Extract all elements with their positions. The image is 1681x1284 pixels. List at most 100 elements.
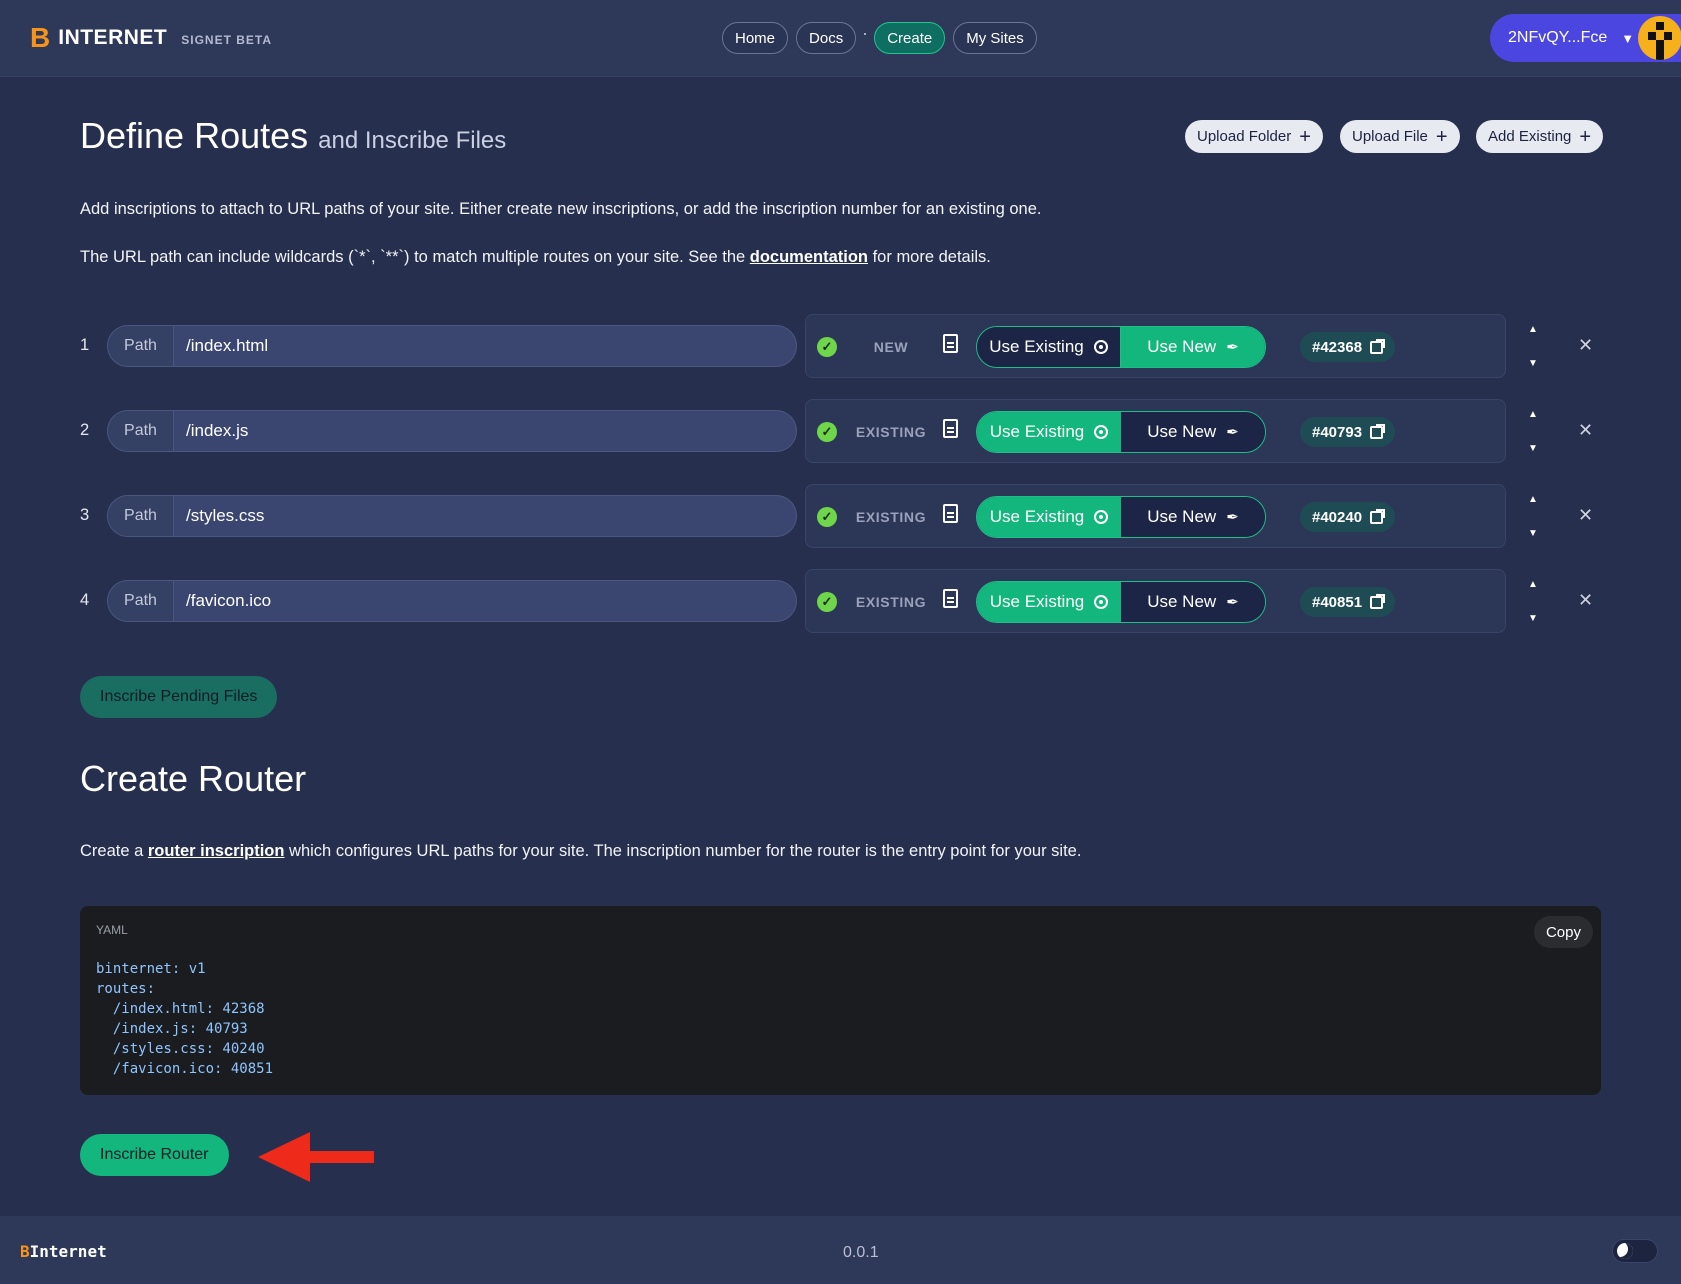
nav-docs[interactable]: Docs bbox=[796, 22, 857, 54]
route-index: 2 bbox=[80, 421, 90, 439]
reorder-controls: ▲ ▼ bbox=[1514, 314, 1554, 378]
use-existing-button[interactable]: Use Existing bbox=[977, 327, 1121, 367]
theme-toggle[interactable] bbox=[1612, 1239, 1658, 1263]
section-title: Create Router bbox=[80, 758, 307, 799]
copy-button[interactable]: Copy bbox=[1533, 916, 1593, 948]
path-label: Path bbox=[108, 411, 174, 451]
yaml-key: /index.html: bbox=[96, 1001, 215, 1017]
nav-home[interactable]: Home bbox=[722, 22, 789, 54]
use-new-button[interactable]: Use New ✒ bbox=[1121, 412, 1265, 452]
status-badge: NEW bbox=[873, 339, 909, 355]
document-icon[interactable] bbox=[943, 334, 958, 353]
feather-icon: ✒ bbox=[1226, 339, 1239, 356]
use-new-label: Use New bbox=[1147, 422, 1217, 441]
use-existing-label: Use Existing bbox=[989, 507, 1085, 526]
inscribe-router-button[interactable]: Inscribe Router bbox=[80, 1134, 229, 1176]
move-up-icon[interactable]: ▲ bbox=[1528, 579, 1538, 590]
logo-subtitle: SIGNET BETA bbox=[181, 33, 273, 47]
inscription-link[interactable]: #42368 bbox=[1300, 332, 1396, 362]
reorder-controls: ▲ ▼ bbox=[1514, 399, 1554, 463]
inscription-link[interactable]: #40240 bbox=[1300, 502, 1396, 532]
path-field[interactable]: Path /styles.css bbox=[107, 495, 797, 537]
path-input[interactable]: /styles.css bbox=[174, 496, 264, 536]
path-label: Path bbox=[108, 581, 174, 621]
nav-create[interactable]: Create bbox=[874, 22, 946, 54]
path-field[interactable]: Path /favicon.ico bbox=[107, 580, 797, 622]
route-row: 3 Path /styles.css ✓ EXISTING Use Existi… bbox=[80, 484, 1600, 548]
use-existing-button[interactable]: Use Existing bbox=[977, 497, 1121, 537]
mode-toggle: Use Existing Use New ✒ bbox=[976, 581, 1266, 623]
remove-route-button[interactable]: ✕ bbox=[1578, 420, 1593, 441]
move-up-icon[interactable]: ▲ bbox=[1528, 494, 1538, 505]
move-down-icon[interactable]: ▼ bbox=[1528, 443, 1538, 454]
wildcard-text-post: for more details. bbox=[868, 248, 991, 266]
mode-toggle: Use Existing Use New ✒ bbox=[976, 326, 1266, 368]
documentation-link[interactable]: documentation bbox=[750, 248, 868, 266]
code-line: /index.html: 42368 bbox=[96, 999, 273, 1019]
path-field[interactable]: Path /index.html bbox=[107, 325, 797, 367]
inscription-link[interactable]: #40793 bbox=[1300, 417, 1396, 447]
use-new-button[interactable]: Use New ✒ bbox=[1121, 582, 1265, 622]
yaml-key: /favicon.ico: bbox=[96, 1061, 223, 1077]
use-new-label: Use New bbox=[1147, 337, 1217, 356]
path-field[interactable]: Path /index.js bbox=[107, 410, 797, 452]
inscribe-pending-button[interactable]: Inscribe Pending Files bbox=[80, 676, 278, 718]
move-down-icon[interactable]: ▼ bbox=[1528, 528, 1538, 539]
upload-folder-button[interactable]: Upload Folder + bbox=[1185, 120, 1323, 153]
page-title-sub: and Inscribe Files bbox=[318, 127, 507, 154]
move-up-icon[interactable]: ▲ bbox=[1528, 409, 1538, 420]
yaml-key: routes: bbox=[96, 981, 156, 997]
upload-file-button[interactable]: Upload File + bbox=[1340, 120, 1460, 153]
bitcoin-b-logo-icon: B bbox=[30, 22, 51, 53]
move-up-icon[interactable]: ▲ bbox=[1528, 324, 1538, 335]
crosshair-icon bbox=[1094, 595, 1109, 609]
inscription-panel: ✓ EXISTING Use Existing Use New ✒ #40793 bbox=[805, 399, 1506, 463]
router-text-pre: Create a bbox=[80, 842, 148, 860]
remove-route-button[interactable]: ✕ bbox=[1578, 505, 1593, 526]
nav-my-sites[interactable]: My Sites bbox=[953, 22, 1037, 54]
use-new-button[interactable]: Use New ✒ bbox=[1121, 327, 1265, 367]
use-existing-label: Use Existing bbox=[989, 337, 1084, 356]
use-new-button[interactable]: Use New ✒ bbox=[1121, 497, 1265, 537]
remove-route-button[interactable]: ✕ bbox=[1578, 590, 1593, 611]
move-down-icon[interactable]: ▼ bbox=[1528, 358, 1538, 369]
upload-file-label: Upload File bbox=[1352, 128, 1428, 145]
add-existing-label: Add Existing bbox=[1488, 128, 1572, 145]
reorder-controls: ▲ ▼ bbox=[1514, 569, 1554, 633]
document-icon[interactable] bbox=[943, 589, 958, 608]
route-row: 1 Path /index.html ✓ NEW Use Existing Us… bbox=[80, 314, 1600, 378]
plus-icon: + bbox=[1299, 125, 1311, 148]
code-line: /styles.css: 40240 bbox=[96, 1039, 273, 1059]
use-existing-button[interactable]: Use Existing bbox=[977, 412, 1121, 452]
yaml-key: /index.js: bbox=[96, 1021, 198, 1037]
page-title-main: Define Routes bbox=[80, 115, 309, 156]
document-icon[interactable] bbox=[943, 419, 958, 438]
footer-logo[interactable]: BInternet bbox=[20, 1242, 107, 1261]
check-icon: ✓ bbox=[817, 337, 837, 357]
move-down-icon[interactable]: ▼ bbox=[1528, 613, 1538, 624]
yaml-key: /styles.css: bbox=[96, 1041, 215, 1057]
feather-icon: ✒ bbox=[1226, 594, 1239, 611]
remove-route-button[interactable]: ✕ bbox=[1578, 335, 1593, 356]
document-icon[interactable] bbox=[943, 504, 958, 523]
path-input[interactable]: /index.js bbox=[174, 411, 248, 451]
main-nav: Home Docs Create My Sites bbox=[722, 22, 1037, 54]
crosshair-icon bbox=[1094, 510, 1109, 524]
path-input[interactable]: /favicon.ico bbox=[174, 581, 271, 621]
logo[interactable]: B INTERNET SIGNET BETA bbox=[30, 24, 272, 52]
code-content: binternet: v1 routes: /index.html: 42368 … bbox=[96, 959, 273, 1079]
router-inscription-link[interactable]: router inscription bbox=[148, 842, 285, 860]
intro-text: Add inscriptions to attach to URL paths … bbox=[80, 200, 1042, 218]
path-label: Path bbox=[108, 326, 174, 366]
inscription-link[interactable]: #40851 bbox=[1300, 587, 1396, 617]
route-row: 4 Path /favicon.ico ✓ EXISTING Use Exist… bbox=[80, 569, 1600, 633]
avatar[interactable] bbox=[1638, 16, 1681, 60]
path-input[interactable]: /index.html bbox=[174, 326, 268, 366]
add-existing-button[interactable]: Add Existing + bbox=[1476, 120, 1604, 153]
plus-icon: + bbox=[1579, 125, 1592, 148]
use-existing-button[interactable]: Use Existing bbox=[977, 582, 1121, 622]
route-index: 1 bbox=[80, 336, 90, 354]
check-icon: ✓ bbox=[817, 592, 837, 612]
reorder-controls: ▲ ▼ bbox=[1514, 484, 1554, 548]
footer: BInternet 0.0.1 bbox=[0, 1216, 1681, 1284]
